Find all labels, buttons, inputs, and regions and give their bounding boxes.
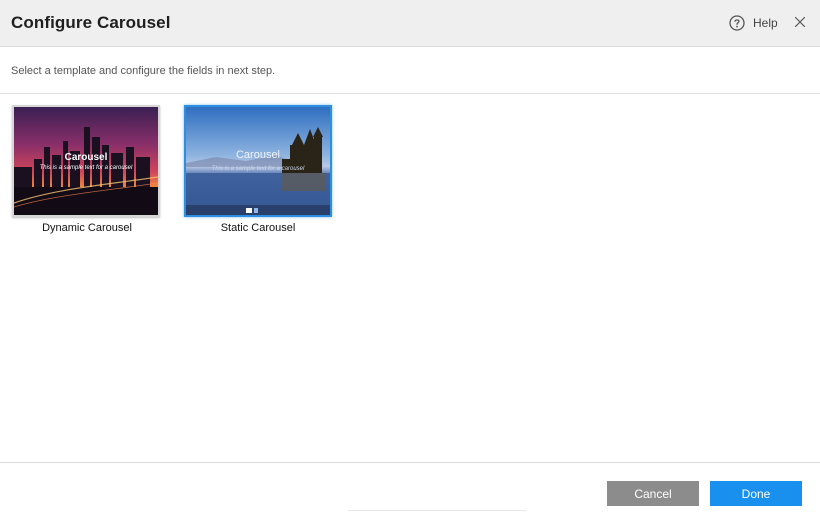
carousel-dot — [254, 208, 258, 213]
carousel-indicators — [246, 208, 258, 213]
help-label: Help — [753, 16, 778, 30]
template-label: Static Carousel — [220, 222, 296, 234]
dialog-title: Configure Carousel — [11, 13, 171, 32]
divider — [0, 93, 820, 94]
thumbnail-title: Carousel — [235, 149, 281, 161]
static-carousel-thumbnail[interactable]: Carousel This is a sample text for a car… — [184, 105, 332, 217]
thumbnail-subtitle: This is a sample text for a carousel — [39, 165, 133, 171]
dialog-header: Configure Carousel Help — [0, 0, 820, 47]
done-button[interactable]: Done — [710, 481, 802, 506]
bottom-divider — [348, 510, 526, 511]
instructions-text: Select a template and configure the fiel… — [11, 65, 276, 77]
help-circle-icon — [729, 15, 745, 31]
thumbnail-title: Carousel — [64, 152, 108, 163]
help-button[interactable]: Help — [729, 14, 778, 32]
close-icon[interactable] — [794, 16, 806, 28]
dynamic-carousel-thumbnail[interactable]: Carousel This is a sample text for a car… — [12, 105, 262, 217]
castle-lake-image — [186, 107, 330, 215]
carousel-dot-active — [246, 208, 252, 213]
template-label: Dynamic Carousel — [42, 222, 132, 234]
thumbnail-subtitle: This is a sample text for a carousel — [211, 166, 305, 172]
cancel-button[interactable]: Cancel — [607, 481, 699, 506]
footer-divider — [0, 462, 820, 463]
